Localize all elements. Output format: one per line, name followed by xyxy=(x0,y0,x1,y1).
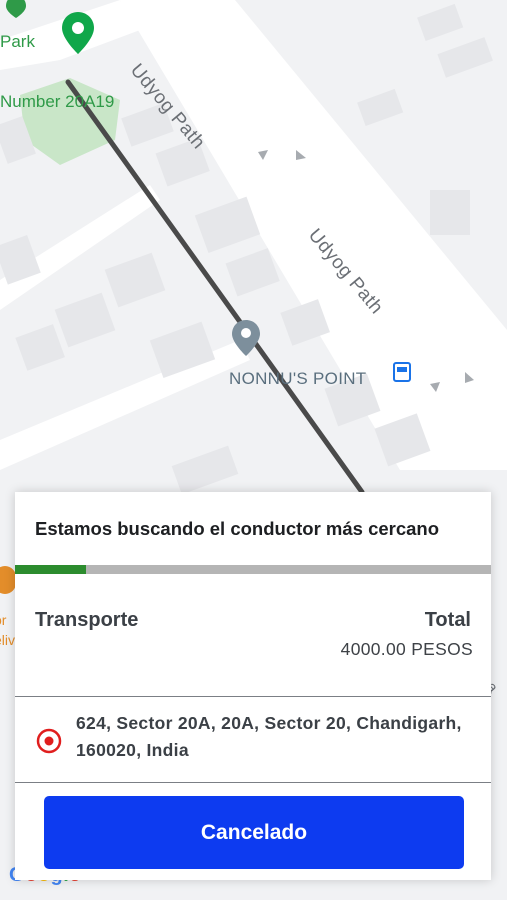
restaurant-label-cut-2: eliv xyxy=(0,632,16,648)
park-pin-icon xyxy=(6,0,26,18)
total-amount: 4000.00 PESOS xyxy=(340,639,473,659)
divider-top xyxy=(15,696,491,697)
search-status-text: Estamos buscando el conductor más cercan… xyxy=(35,518,440,539)
divider-bottom xyxy=(15,782,491,783)
green-location-pin-icon xyxy=(62,12,94,54)
pickup-address: 624, Sector 20A, 20A, Sector 20, Chandig… xyxy=(76,713,462,760)
cancel-button[interactable]: Cancelado xyxy=(44,796,464,869)
plot-number-label: Number 20A19 xyxy=(0,92,115,111)
total-label: Total xyxy=(424,609,471,631)
park-label: Park xyxy=(0,32,35,51)
search-progress-fill xyxy=(15,565,87,574)
service-label: Transporte xyxy=(35,609,139,631)
poi-label: NONNU'S POINT xyxy=(229,369,367,388)
gray-location-pin-icon xyxy=(232,320,260,356)
bus-stop-icon xyxy=(393,362,411,382)
restaurant-icon xyxy=(0,566,16,594)
ride-request-sheet: Estamos buscando el conductor más cercan… xyxy=(15,492,491,880)
search-progress-bar xyxy=(15,565,491,574)
pickup-location-icon xyxy=(36,728,62,754)
restaurant-label-cut-1: or xyxy=(0,612,7,628)
